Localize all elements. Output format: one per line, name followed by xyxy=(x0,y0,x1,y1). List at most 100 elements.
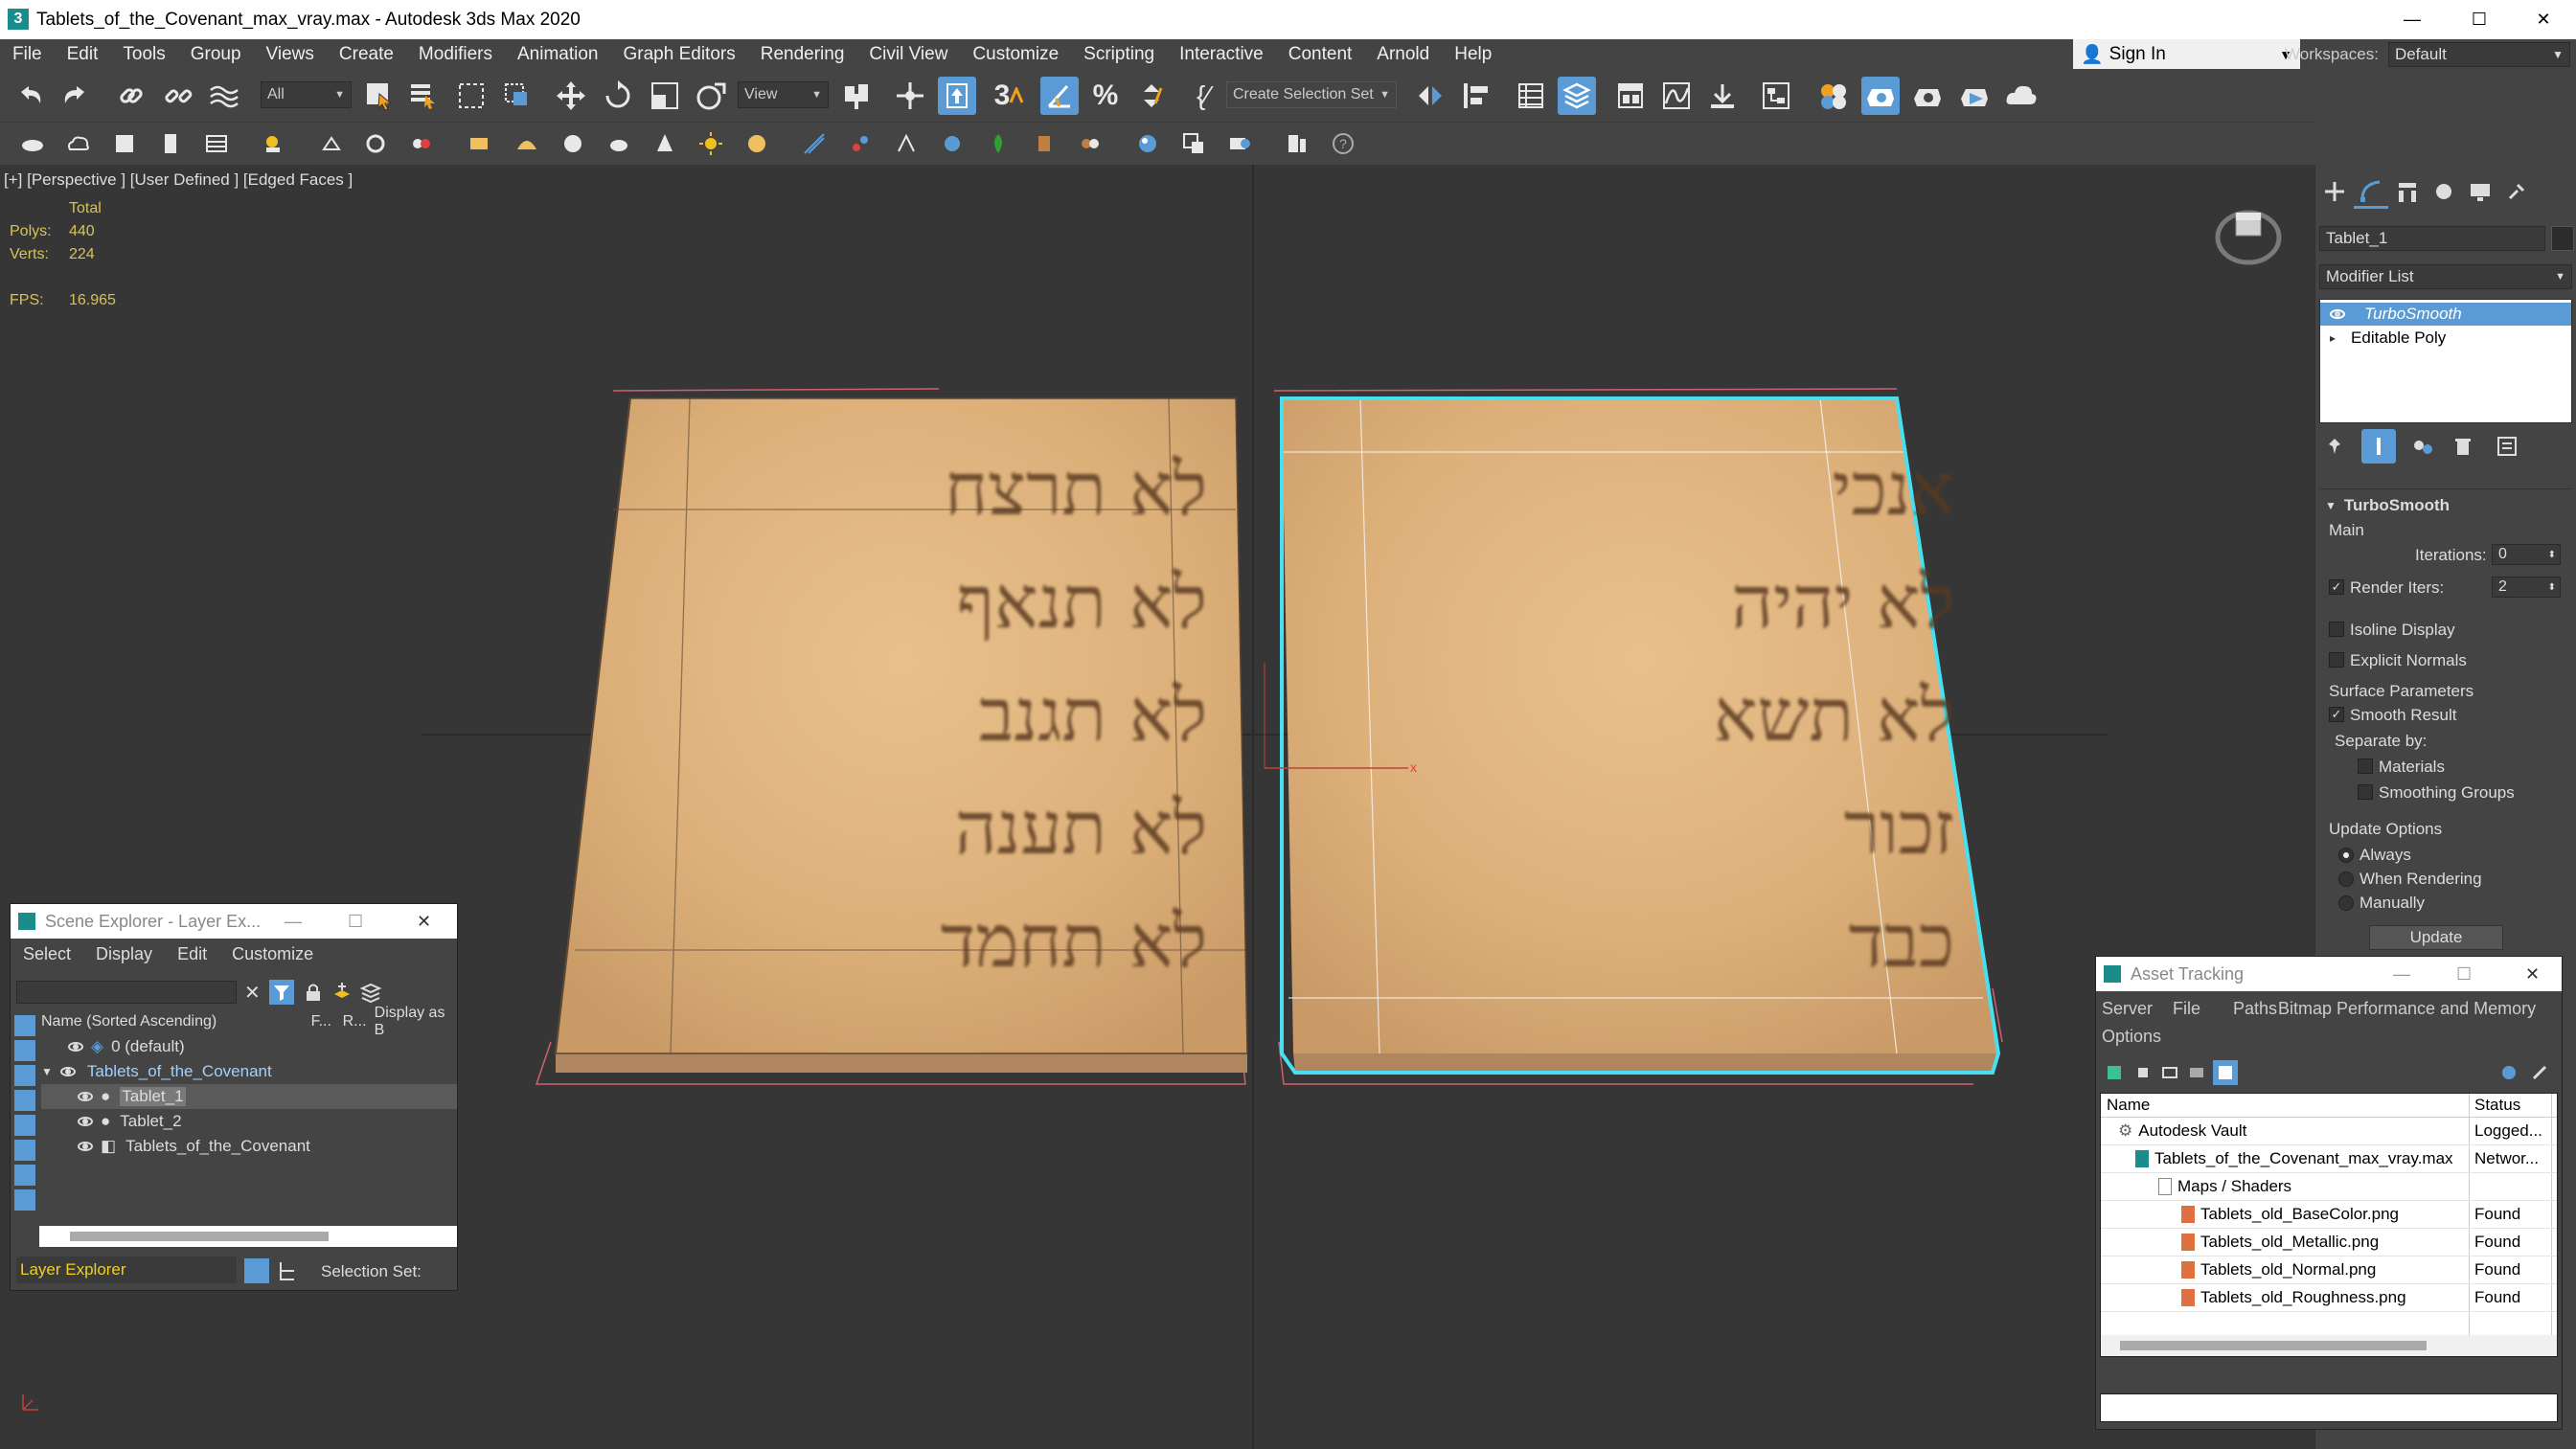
isoline-display-checkbox[interactable] xyxy=(2329,622,2344,637)
rotate-icon[interactable] xyxy=(599,77,637,115)
close-button[interactable]: ✕ xyxy=(2512,0,2575,39)
menu-content[interactable]: Content xyxy=(1276,44,1365,65)
pin-stack-icon[interactable] xyxy=(2317,429,2352,464)
render-sphere-icon[interactable] xyxy=(1128,125,1167,163)
pivot-center-icon[interactable] xyxy=(837,77,876,115)
curve-editor-icon[interactable] xyxy=(1657,77,1696,115)
hierarchy-icon[interactable] xyxy=(275,1258,300,1283)
maximize-button[interactable]: ☐ xyxy=(348,912,363,932)
table-view-icon[interactable] xyxy=(2159,1062,2180,1083)
render-production-icon[interactable] xyxy=(1955,77,1994,115)
brush-icon[interactable] xyxy=(356,125,395,163)
menu-edit[interactable]: Edit xyxy=(165,944,219,964)
smooth-result-checkbox[interactable]: ✓ xyxy=(2329,707,2344,722)
asset-row[interactable]: ⚙ Autodesk Vault xyxy=(2118,1117,2467,1144)
environment-icon[interactable] xyxy=(738,125,776,163)
globe-icon[interactable] xyxy=(933,125,971,163)
make-unique-icon[interactable] xyxy=(2405,429,2440,464)
sign-in-dropdown[interactable]: 👤 Sign In ▼ xyxy=(2073,39,2300,69)
menu-modifiers[interactable]: Modifiers xyxy=(406,44,505,65)
align-icon[interactable] xyxy=(1457,77,1495,115)
layers-icon[interactable] xyxy=(244,1258,269,1283)
hair-icon[interactable] xyxy=(402,125,441,163)
hierarchy-tab-icon[interactable] xyxy=(2390,174,2425,209)
configure-modifier-sets-icon[interactable] xyxy=(2490,429,2524,464)
menu-civil-view[interactable]: Civil View xyxy=(856,44,960,65)
light-bulb-icon[interactable] xyxy=(255,125,293,163)
teapot-icon[interactable] xyxy=(600,125,638,163)
expand-arrow-icon[interactable]: ▸ xyxy=(2330,331,2336,345)
cone-icon[interactable] xyxy=(646,125,684,163)
display-shapes-icon[interactable] xyxy=(14,1040,35,1061)
cloud-icon[interactable] xyxy=(59,125,98,163)
percent-snap-icon[interactable]: % xyxy=(1086,77,1125,115)
frame-buffer-icon[interactable] xyxy=(1174,125,1213,163)
menu-group[interactable]: Group xyxy=(178,44,254,65)
spinner-arrows-icon[interactable]: ⬍ xyxy=(2548,550,2556,560)
panel-icon[interactable] xyxy=(151,125,190,163)
menu-select[interactable]: Select xyxy=(11,944,83,964)
column-status[interactable]: Status xyxy=(2474,1094,2542,1117)
display-tab-icon[interactable] xyxy=(2463,174,2497,209)
box-icon[interactable] xyxy=(460,125,498,163)
grid-view-icon[interactable] xyxy=(2213,1060,2238,1085)
display-helpers-icon[interactable] xyxy=(14,1115,35,1136)
scale-icon[interactable] xyxy=(646,77,684,115)
move-icon[interactable] xyxy=(552,77,590,115)
window-crossing-icon[interactable] xyxy=(498,77,536,115)
dope-sheet-icon[interactable] xyxy=(1703,77,1742,115)
filter-icon[interactable] xyxy=(269,980,294,1005)
snow-icon[interactable] xyxy=(13,125,52,163)
menu-file[interactable]: File xyxy=(0,44,55,65)
stack-item-editable-poly[interactable]: ▸ Editable Poly xyxy=(2320,327,2571,350)
menu-display[interactable]: Display xyxy=(83,944,165,964)
asset-row[interactable]: Tablets_of_the_Covenant_max_vray.max xyxy=(2135,1144,2467,1172)
list-view-icon[interactable] xyxy=(2132,1062,2154,1083)
asset-row[interactable]: Tablets_old_BaseColor.png xyxy=(2181,1200,2467,1228)
close-button[interactable]: ✕ xyxy=(2525,964,2540,985)
menu-customize[interactable]: Customize xyxy=(960,44,1071,65)
snaps-toggle-icon[interactable]: 3 xyxy=(991,77,1029,115)
new-layer-icon[interactable] xyxy=(331,981,353,1004)
display-bones-icon[interactable] xyxy=(14,1189,35,1211)
menu-bitmap-performance[interactable]: Bitmap Performance and Memory xyxy=(2278,999,2536,1019)
create-tab-icon[interactable] xyxy=(2317,174,2352,209)
menu-customize[interactable]: Customize xyxy=(219,944,326,964)
help-icon[interactable]: ? xyxy=(1324,125,1362,163)
asset-row[interactable]: Tablets_old_Normal.png xyxy=(2181,1256,2467,1283)
selection-filter-dropdown[interactable]: All ▼ xyxy=(261,81,352,108)
always-radio[interactable] xyxy=(2338,848,2354,863)
eye-icon[interactable] xyxy=(78,1092,93,1101)
menu-paths[interactable]: Paths xyxy=(2233,999,2277,1019)
display-lights-icon[interactable] xyxy=(14,1065,35,1086)
remove-modifier-icon[interactable] xyxy=(2446,429,2480,464)
menu-edit[interactable]: Edit xyxy=(55,44,111,65)
undo-icon[interactable] xyxy=(11,77,50,115)
refresh-icon[interactable] xyxy=(2104,1062,2125,1083)
workspace-dropdown[interactable]: Default ▼ xyxy=(2387,42,2570,67)
rendered-frame-window-icon[interactable] xyxy=(1908,77,1947,115)
help-icon[interactable] xyxy=(2498,1062,2519,1083)
bone-icon[interactable] xyxy=(887,125,925,163)
menu-views[interactable]: Views xyxy=(254,44,327,65)
smoothing-groups-checkbox[interactable] xyxy=(2358,784,2373,800)
toggle-layer-explorer-icon[interactable] xyxy=(1558,77,1596,115)
scene-search-input[interactable] xyxy=(16,981,237,1004)
mirror-icon[interactable] xyxy=(1411,77,1449,115)
select-manipulate-icon[interactable] xyxy=(891,77,929,115)
lock-icon[interactable] xyxy=(302,981,325,1004)
angle-snap-icon[interactable] xyxy=(1040,77,1079,115)
menu-tools[interactable]: Tools xyxy=(110,44,177,65)
reference-coordinate-dropdown[interactable]: View ▼ xyxy=(738,81,829,108)
link-constraint-icon[interactable] xyxy=(841,125,879,163)
when-rendering-radio[interactable] xyxy=(2338,872,2354,887)
materials-checkbox[interactable] xyxy=(2358,758,2373,774)
tree-row[interactable]: ● Tablet_2 xyxy=(41,1109,457,1134)
viewport-label-menu[interactable]: [+] [Perspective ] [User Defined ] [Edge… xyxy=(4,170,353,190)
vray-camera-icon[interactable] xyxy=(1220,125,1259,163)
eye-icon[interactable] xyxy=(59,1067,76,1076)
skin-icon[interactable] xyxy=(312,125,351,163)
eye-icon[interactable] xyxy=(68,1042,83,1052)
display-groups-icon[interactable] xyxy=(14,1165,35,1186)
maximize-button[interactable]: ☐ xyxy=(2456,964,2472,985)
